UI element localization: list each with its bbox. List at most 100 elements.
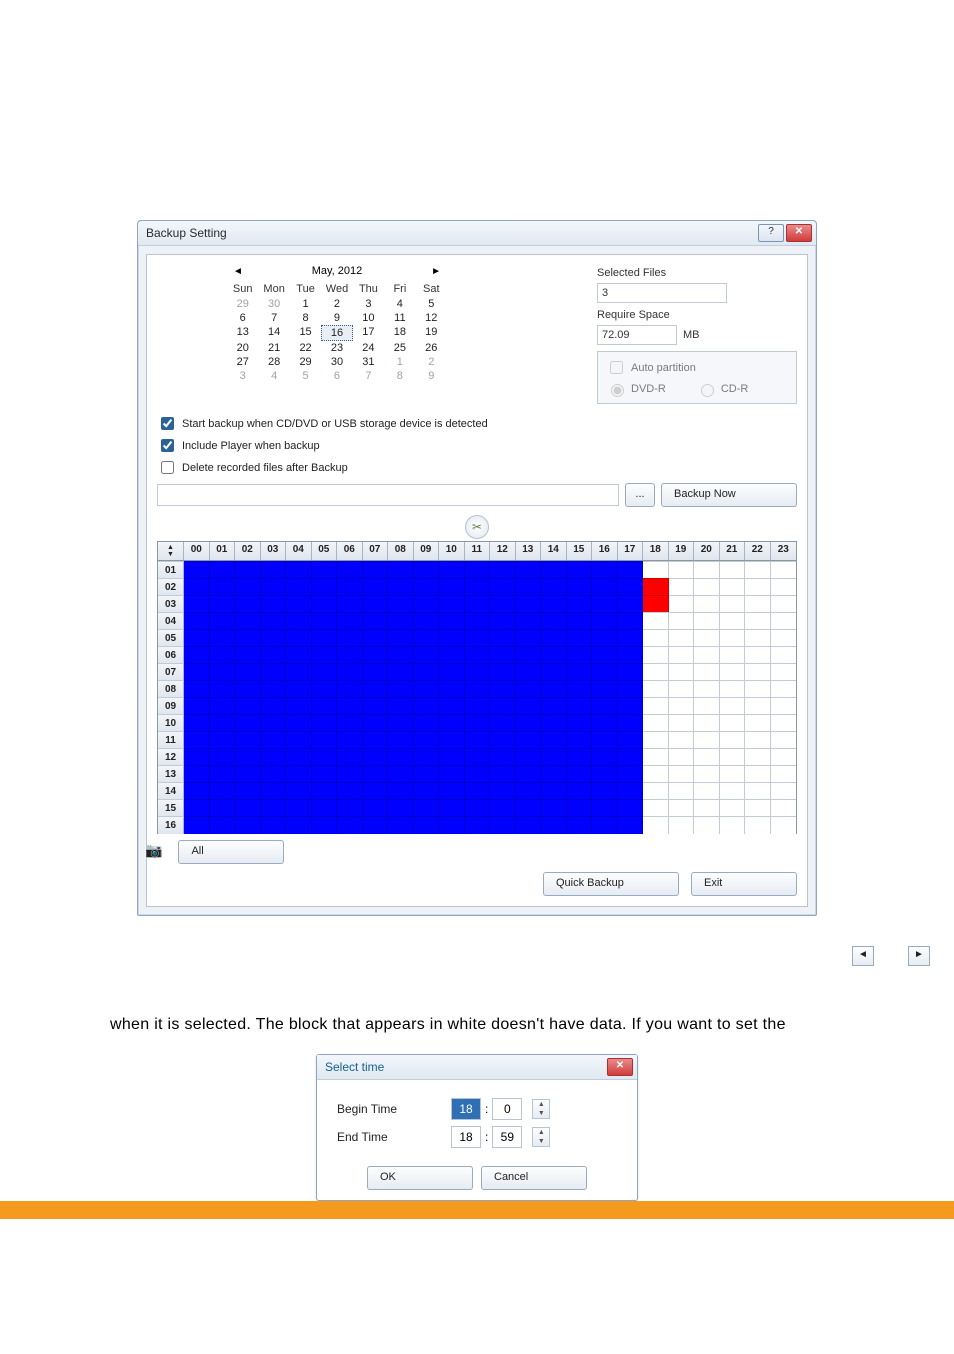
timeline-cell[interactable]	[618, 731, 644, 749]
timeline-cell[interactable]	[694, 816, 720, 834]
timeline-cell[interactable]	[388, 663, 414, 681]
calendar-day[interactable]: 2	[416, 355, 447, 369]
timeline-cell[interactable]	[771, 595, 797, 613]
timeline-cell[interactable]	[490, 612, 516, 630]
timeline-cell[interactable]	[337, 646, 363, 664]
timeline-cell[interactable]	[261, 663, 287, 681]
timeline-cell[interactable]	[745, 663, 771, 681]
timeline-cell[interactable]	[235, 646, 261, 664]
timeline-spinner[interactable]: ▲▼	[158, 542, 184, 560]
timeline-cell[interactable]	[720, 561, 746, 579]
timeline-cell[interactable]	[312, 680, 338, 698]
timeline-cell[interactable]	[414, 731, 440, 749]
timeline-cell[interactable]	[490, 663, 516, 681]
timeline-cell[interactable]	[490, 748, 516, 766]
timeline-cell[interactable]	[286, 765, 312, 783]
timeline-cell[interactable]	[592, 731, 618, 749]
timeline-cell[interactable]	[720, 680, 746, 698]
exit-button[interactable]: Exit	[691, 872, 797, 896]
timeline-cell[interactable]	[745, 782, 771, 800]
timeline-cell[interactable]	[337, 731, 363, 749]
timeline-cell[interactable]	[261, 731, 287, 749]
timeline-cell[interactable]	[516, 697, 542, 715]
timeline-cell[interactable]	[541, 629, 567, 647]
timeline-cell[interactable]	[439, 629, 465, 647]
timeline-cell[interactable]	[465, 799, 491, 817]
timeline-cell[interactable]	[720, 595, 746, 613]
timeline-cell[interactable]	[261, 595, 287, 613]
timeline-cell[interactable]	[312, 714, 338, 732]
timeline-cell[interactable]	[210, 731, 236, 749]
timeline-cell[interactable]	[643, 663, 669, 681]
timeline-cell[interactable]	[618, 595, 644, 613]
timeline-cell[interactable]	[720, 663, 746, 681]
calendar-day[interactable]: 11	[384, 311, 415, 325]
timeline-cell[interactable]	[235, 731, 261, 749]
timeline-cell[interactable]	[541, 646, 567, 664]
timeline-cell[interactable]	[439, 578, 465, 596]
timeline-cell[interactable]	[745, 697, 771, 715]
timeline-cell[interactable]	[184, 799, 210, 817]
timeline-cell[interactable]	[261, 765, 287, 783]
timeline-cell[interactable]	[771, 663, 797, 681]
timeline-cell[interactable]	[694, 714, 720, 732]
timeline-cell[interactable]	[720, 765, 746, 783]
begin-minute-input[interactable]: 0	[492, 1098, 522, 1120]
timeline-cell[interactable]	[184, 612, 210, 630]
timeline-cell[interactable]	[771, 782, 797, 800]
timeline-cell[interactable]	[567, 629, 593, 647]
timeline-cell[interactable]	[592, 578, 618, 596]
timeline-cell[interactable]	[439, 646, 465, 664]
timeline-cell[interactable]	[286, 646, 312, 664]
calendar-day[interactable]: 27	[227, 355, 258, 369]
timeline-cell[interactable]	[771, 816, 797, 834]
timeline-cell[interactable]	[388, 799, 414, 817]
timeline-cell[interactable]	[745, 561, 771, 579]
timeline-cell[interactable]	[694, 697, 720, 715]
timeline-cell[interactable]	[771, 578, 797, 596]
timeline-cell[interactable]	[465, 816, 491, 834]
timeline-cell[interactable]	[414, 697, 440, 715]
timeline-cell[interactable]	[286, 697, 312, 715]
path-input[interactable]	[157, 484, 619, 506]
timeline-cell[interactable]	[669, 799, 695, 817]
timeline-cell[interactable]	[312, 595, 338, 613]
timeline-cell[interactable]	[720, 731, 746, 749]
timeline-cell[interactable]	[669, 765, 695, 783]
timeline-cell[interactable]	[363, 595, 389, 613]
timeline-cell[interactable]	[388, 748, 414, 766]
timeline-cell[interactable]	[490, 629, 516, 647]
timeline-cell[interactable]	[210, 748, 236, 766]
timeline-cell[interactable]	[286, 799, 312, 817]
timeline-cell[interactable]	[286, 629, 312, 647]
timeline-cell[interactable]	[388, 629, 414, 647]
timeline-cell[interactable]	[541, 578, 567, 596]
timeline-cell[interactable]	[363, 629, 389, 647]
timeline-cell[interactable]	[439, 731, 465, 749]
timeline-cell[interactable]	[490, 714, 516, 732]
timeline-cell[interactable]	[567, 612, 593, 630]
timeline-cell[interactable]	[312, 748, 338, 766]
timeline-cell[interactable]	[261, 578, 287, 596]
timeline-cell[interactable]	[694, 748, 720, 766]
timeline-cell[interactable]	[592, 612, 618, 630]
timeline-cell[interactable]	[643, 799, 669, 817]
timeline-cell[interactable]	[490, 595, 516, 613]
timeline-cell[interactable]	[184, 578, 210, 596]
timeline-cell[interactable]	[388, 782, 414, 800]
calendar-day[interactable]: 9	[416, 369, 447, 383]
timeline-cell[interactable]	[465, 765, 491, 783]
timeline-cell[interactable]	[618, 561, 644, 579]
calendar-day[interactable]: 5	[290, 369, 321, 383]
timeline-cell[interactable]	[337, 612, 363, 630]
timeline-cell[interactable]	[388, 646, 414, 664]
timeline-cell[interactable]	[210, 629, 236, 647]
timeline-cell[interactable]	[235, 595, 261, 613]
calendar-day[interactable]: 22	[290, 341, 321, 355]
end-time-spinner[interactable]: ▲▼	[532, 1127, 550, 1147]
timeline-cell[interactable]	[618, 765, 644, 783]
calendar-day[interactable]: 31	[353, 355, 384, 369]
timeline-cell[interactable]	[694, 629, 720, 647]
timeline-cell[interactable]	[745, 799, 771, 817]
timeline-cell[interactable]	[210, 612, 236, 630]
